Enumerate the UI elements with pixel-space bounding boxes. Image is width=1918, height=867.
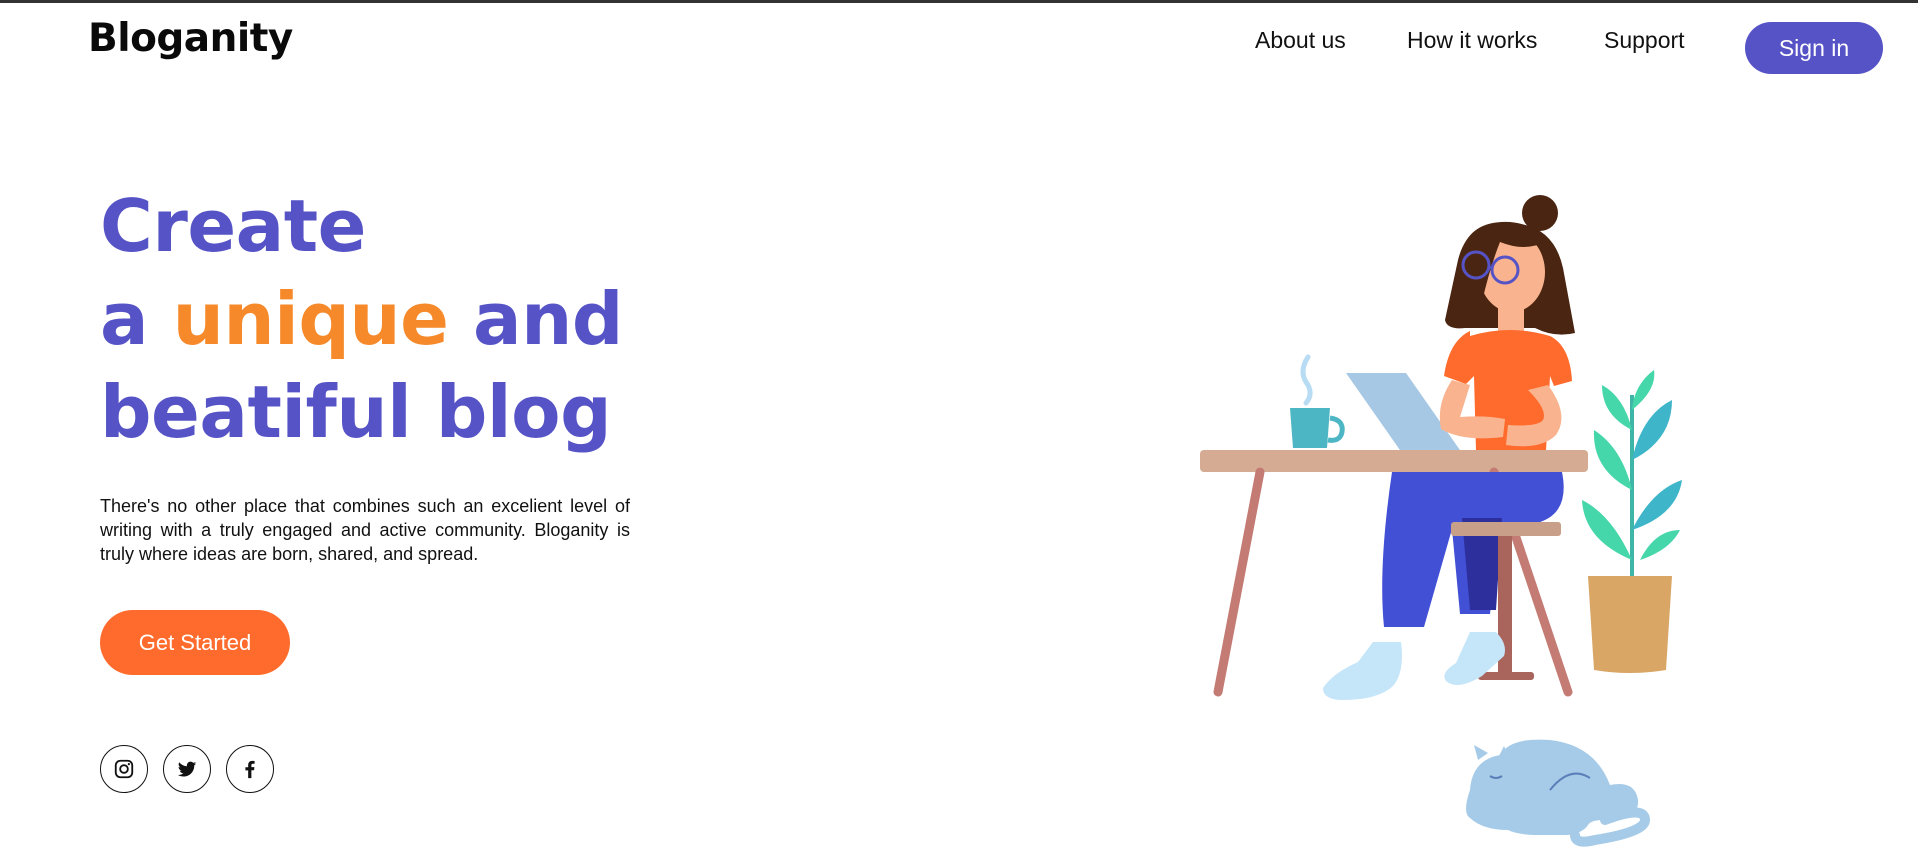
twitter-icon <box>177 761 197 777</box>
hero-headline: Create a unique and beatiful blog <box>100 180 623 459</box>
brand-logo[interactable]: Bloganity <box>88 16 293 61</box>
facebook-link[interactable] <box>226 745 274 793</box>
nav-how-it-works[interactable]: How it works <box>1407 27 1537 54</box>
instagram-icon <box>114 759 134 779</box>
nav-about-us[interactable]: About us <box>1255 27 1346 54</box>
instagram-link[interactable] <box>100 745 148 793</box>
headline-highlight: unique <box>172 277 449 361</box>
get-started-button[interactable]: Get Started <box>100 610 290 675</box>
headline-line-1: Create <box>100 184 367 268</box>
facebook-icon <box>245 760 255 779</box>
nav-support[interactable]: Support <box>1604 27 1685 54</box>
hero-illustration <box>1200 195 1682 847</box>
top-border <box>0 0 1918 3</box>
headline-line-2-pre: a <box>100 277 173 361</box>
hero-description: There's no other place that combines suc… <box>100 496 630 564</box>
sign-in-button[interactable]: Sign in <box>1745 22 1883 74</box>
headline-line-3: beatiful blog <box>100 370 612 454</box>
twitter-link[interactable] <box>163 745 211 793</box>
headline-line-2-post: and <box>448 277 623 361</box>
